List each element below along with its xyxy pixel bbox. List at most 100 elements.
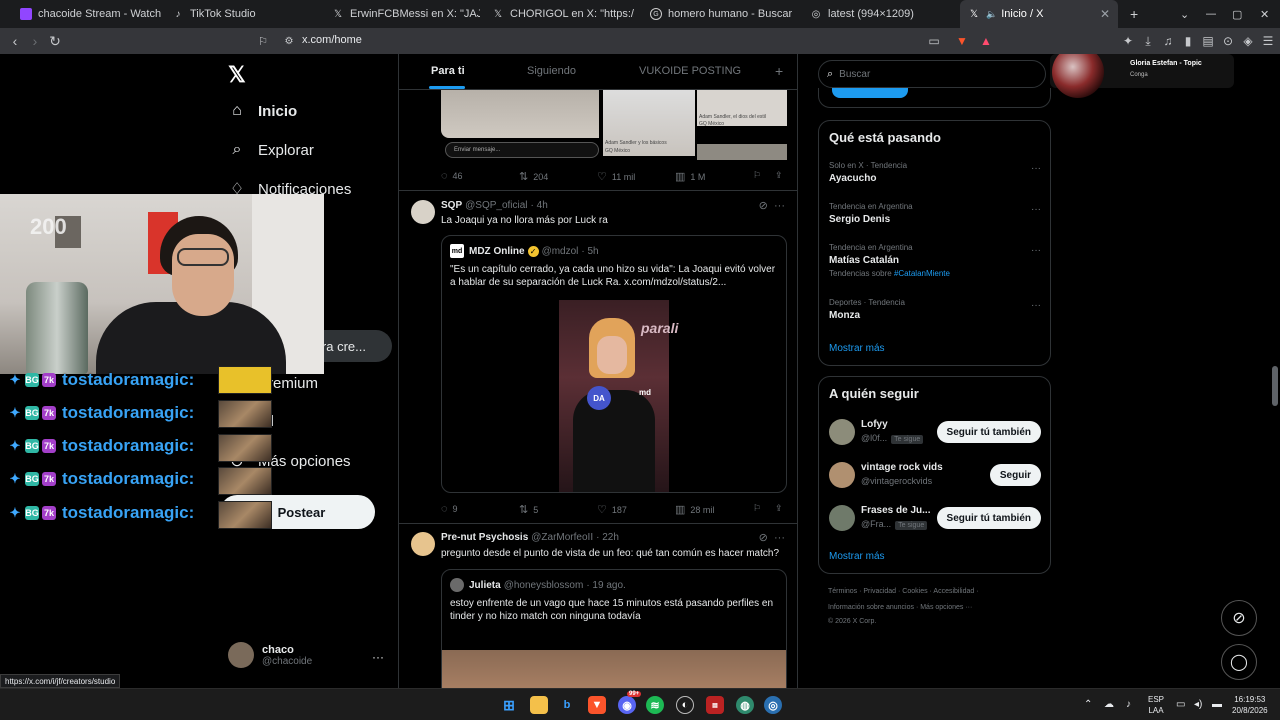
download-icon[interactable]: ⤓ (1140, 33, 1156, 49)
scrollbar[interactable] (1272, 110, 1278, 688)
account-more-icon[interactable]: ··· (372, 650, 384, 664)
reply-button[interactable]: ◌ 46 (441, 170, 463, 182)
browser-app-icon[interactable]: ◎ (764, 696, 782, 714)
more-icon[interactable]: ··· (1031, 204, 1041, 215)
repost-button[interactable]: ⇅ 204 (519, 170, 548, 183)
follow-suggestion[interactable]: vintage rock vids @vintagerockvids Seguir (829, 460, 1041, 490)
vpn-icon[interactable]: ⊙ (1220, 33, 1236, 49)
like-button[interactable]: ♡ 187 (597, 503, 627, 516)
tray-battery-icon[interactable]: ▬ (1212, 699, 1222, 710)
like-button[interactable]: ♡ 11 mil (597, 170, 635, 183)
new-tab-button[interactable]: + (1122, 0, 1142, 28)
extensions-icon[interactable]: ✦ (1120, 33, 1136, 49)
bing-icon[interactable]: b (558, 696, 576, 714)
music-icon[interactable]: ♫ (1160, 33, 1176, 49)
media-thumb[interactable]: Adam Sandler y los básicos GQ México (603, 90, 695, 156)
brave-rewards-icon[interactable]: ▲ (978, 33, 994, 49)
music-miniplayer[interactable]: Gloria Estefan - Topic Conga (1050, 54, 1234, 98)
discord-icon[interactable]: ◉ 99+ (618, 691, 642, 714)
views-button[interactable]: ▥ 28 mil (675, 503, 714, 516)
more-icon[interactable]: ··· (774, 532, 785, 544)
show-more-link[interactable]: Mostrar más (829, 551, 885, 562)
tab-list[interactable]: VUKOIDE POSTING (639, 65, 741, 77)
messages-fab-icon[interactable]: ◯ (1221, 644, 1257, 680)
windows-start-icon[interactable]: ⊞ (500, 696, 518, 714)
quote-video[interactable]: parali DA md (559, 300, 678, 492)
browser-tab-3[interactable]: 𝕏ErwinFCBMessi en X: "JAJAJAJA e (324, 0, 480, 28)
footer-links[interactable]: Información sobre anuncios · Más opcione… (828, 604, 972, 611)
views-button[interactable]: ▥ 1 M (675, 170, 705, 183)
nav-home[interactable]: ⌂ Inicio (228, 102, 297, 120)
bookmark-icon[interactable]: ⚐ (252, 28, 274, 54)
file-explorer-icon[interactable] (530, 696, 548, 714)
grok-icon[interactable]: ⊘ (759, 532, 768, 544)
media-thumb[interactable]: Adam Sandler, el dios del estil GQ Méxic… (697, 90, 787, 127)
sidebar-icon[interactable]: ▮ (1180, 33, 1196, 49)
browser-tab-active[interactable]: 𝕏 🔈 Inicio / X ✕ (960, 0, 1118, 28)
more-icon[interactable]: ··· (1031, 163, 1041, 174)
account-switcher[interactable]: chaco @chacoide (228, 642, 312, 668)
window-close-icon[interactable]: ✕ (1252, 0, 1272, 28)
wallet-icon[interactable]: ▤ (1200, 33, 1216, 49)
follow-suggestion[interactable]: Frases de Ju... @Fra... Te sigue Seguir tú … (829, 503, 1041, 533)
media-thumb[interactable] (441, 90, 599, 138)
search-input[interactable]: ⌕ Buscar (818, 60, 1046, 88)
close-tab-icon[interactable]: ✕ (1100, 7, 1110, 21)
reply-button[interactable]: ◌ 9 (441, 503, 458, 515)
avatar[interactable] (411, 200, 435, 224)
bookmark-button[interactable]: ⚐ (753, 503, 761, 514)
avatar[interactable] (411, 532, 435, 556)
quoted-tweet[interactable]: md MDZ Online ✓ @mdzol · 5h "Es un capítulo … (441, 235, 787, 493)
brave-shield-icon[interactable]: ▼ (954, 33, 970, 49)
follow-button[interactable]: Seguir (989, 464, 1041, 486)
browser-tab-1[interactable]: chacoide Stream - Watch Live o (12, 0, 162, 28)
menu-icon[interactable]: ☰ (1260, 33, 1276, 49)
more-icon[interactable]: ··· (1031, 300, 1041, 311)
browser-tab-6[interactable]: ◎ latest (994×1209) (802, 0, 952, 28)
footer-links[interactable]: Términos · Privacidad · Cookies · Accesi… (828, 588, 979, 595)
brave-icon[interactable]: ▼ (588, 696, 606, 714)
minimize-icon[interactable]: — (1198, 0, 1216, 28)
cast-icon[interactable]: ▭ (926, 33, 942, 49)
follow-button[interactable]: Seguir tú también (936, 421, 1041, 443)
clock[interactable]: 16:19:53 20/8/2026 (1232, 694, 1268, 716)
message-input[interactable]: Enviar mensaje... (445, 142, 599, 158)
tray-mic-icon[interactable]: ♪ (1126, 699, 1131, 710)
share-button[interactable]: ⇪ (775, 170, 783, 181)
trend-item[interactable]: Tendencia en Argentina Sergio Denis ··· (829, 202, 1041, 225)
follow-suggestion[interactable]: Lofyy @l0f... Te sigue Seguir tú también (829, 417, 1041, 447)
maximize-icon[interactable]: ▢ (1224, 0, 1242, 28)
spotify-icon[interactable]: ≋ (646, 696, 664, 714)
site-info-icon[interactable]: ⚙ (278, 28, 300, 54)
nav-explore[interactable]: ⌕ Explorar (228, 141, 314, 159)
subscribe-button[interactable] (832, 88, 908, 98)
quoted-tweet[interactable]: Julieta @honeysblossom · 19 ago. estoy enf… (441, 569, 787, 688)
share-button[interactable]: ⇪ (775, 503, 783, 514)
obs-icon[interactable]: ◐ (676, 696, 694, 714)
shield-icon[interactable]: ◈ (1240, 33, 1256, 49)
browser-tab-2[interactable]: ♪ TikTok Studio (164, 0, 314, 28)
url-field[interactable]: x.com/home (302, 34, 362, 46)
tray-network-icon[interactable]: ▭ (1176, 699, 1185, 710)
browser-tab-4[interactable]: 𝕏CHORIGOL en X: "https://t.co/ftih (484, 0, 634, 28)
tab-search-icon[interactable]: ⌄ (1172, 0, 1190, 28)
scrollbar-thumb[interactable] (1272, 366, 1278, 406)
tray-chevron-icon[interactable]: ⌃ (1084, 699, 1092, 710)
more-icon[interactable]: ··· (1031, 245, 1041, 256)
tab-following[interactable]: Siguiendo (527, 65, 576, 77)
tray-cloud-icon[interactable]: ☁ (1104, 699, 1114, 710)
grok-icon[interactable]: ⊘ (759, 200, 768, 212)
tray-volume-icon[interactable]: ◂) (1194, 699, 1202, 710)
follow-button[interactable]: Seguir tú también (936, 507, 1041, 529)
grok-fab-icon[interactable]: ⊘ (1221, 600, 1257, 636)
reload-icon[interactable]: ↻ (44, 28, 66, 54)
bookmark-button[interactable]: ⚐ (753, 170, 761, 181)
trend-item[interactable]: Tendencia en Argentina Matías Catalán Tend… (829, 243, 1041, 278)
trend-item[interactable]: Deportes · Tendencia Monza ··· (829, 298, 1041, 321)
quote-image[interactable] (442, 650, 786, 688)
show-more-link[interactable]: Mostrar más (829, 343, 885, 354)
language-indicator[interactable]: ESP LAA (1148, 694, 1164, 716)
repost-button[interactable]: ⇅ 5 (519, 503, 538, 516)
add-tab-icon[interactable]: + (775, 63, 783, 79)
more-icon[interactable]: ··· (774, 200, 785, 212)
